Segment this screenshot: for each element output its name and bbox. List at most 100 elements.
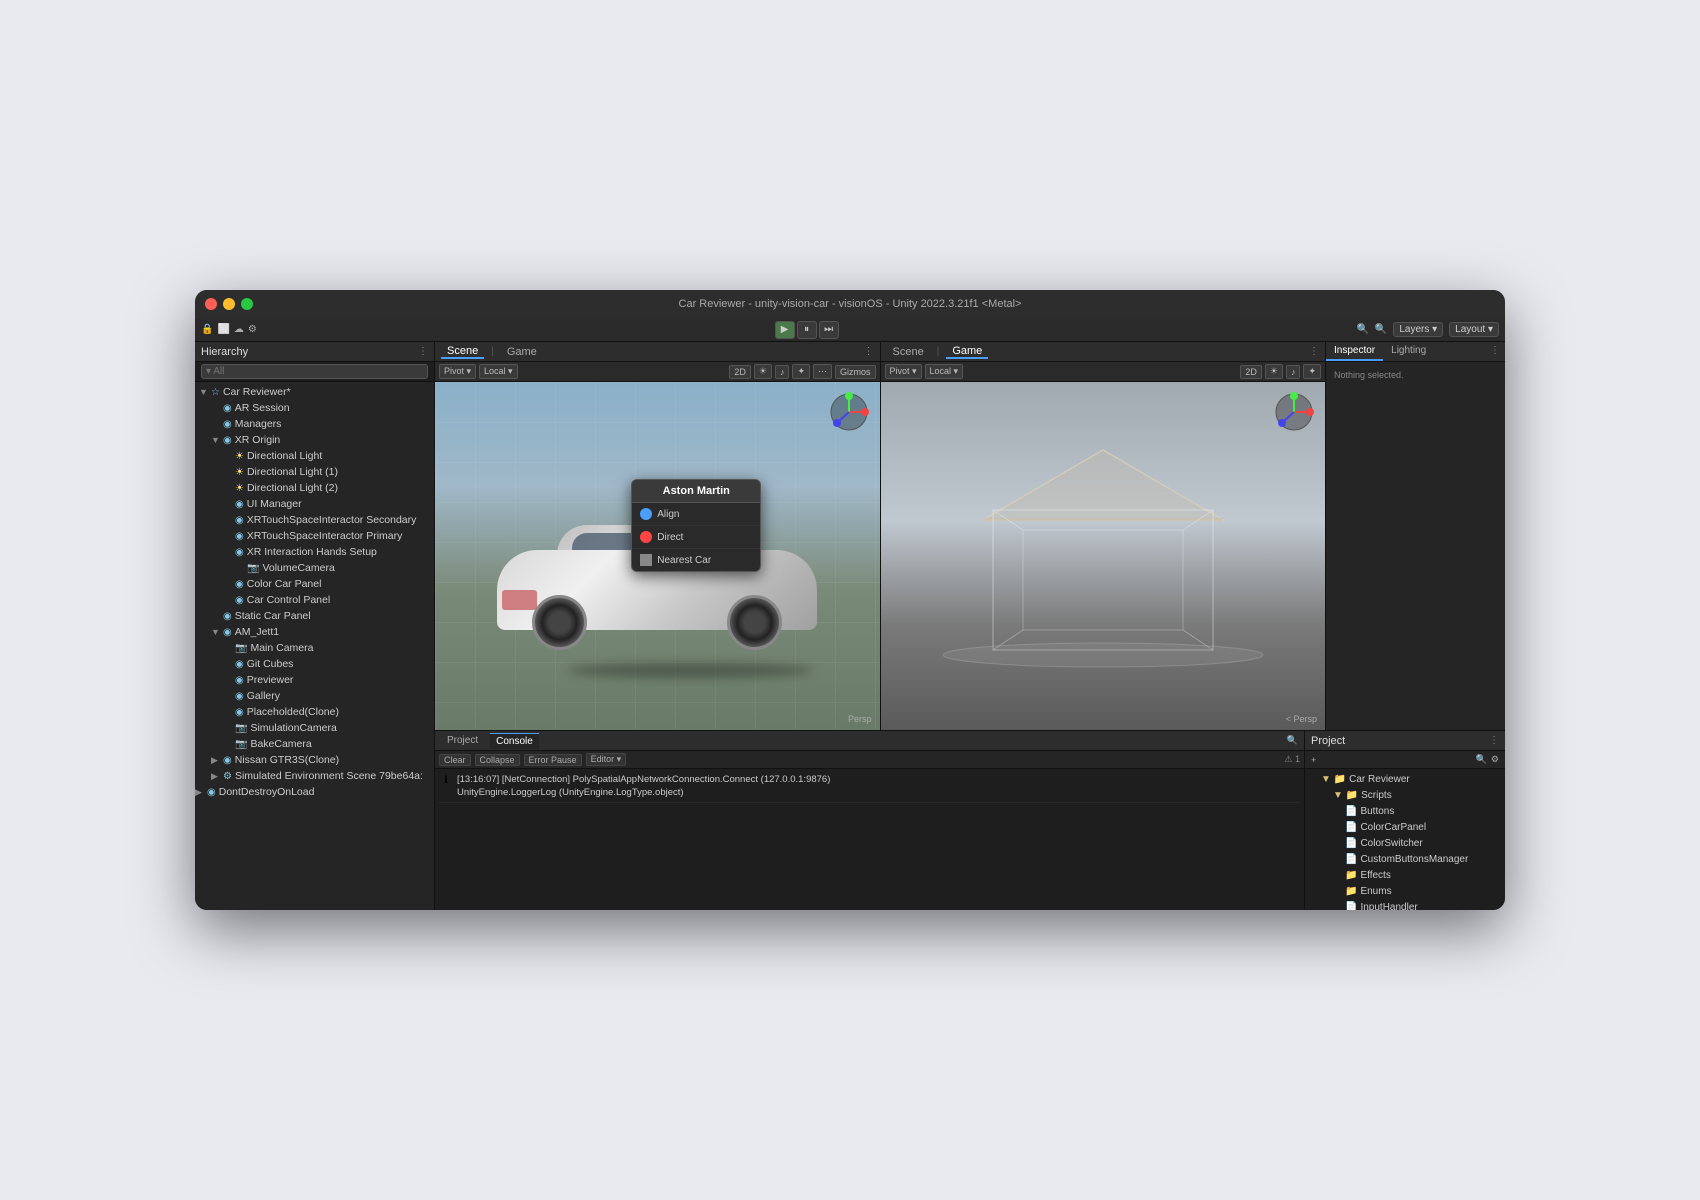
divider-icon: | (491, 346, 494, 357)
hierarchy-item-xr-touch-pri[interactable]: ◉ XRTouchSpaceInteractor Primary (195, 528, 434, 544)
audio-toggle[interactable]: ♪ (775, 365, 790, 379)
hierarchy-menu-icon[interactable]: ⋮ (418, 346, 428, 357)
game-local-dropdown[interactable]: Local ▾ (925, 364, 964, 379)
scene-toolbar: Pivot ▾ Local ▾ 2D ☀ ♪ ✦ ⋯ Gizmos (435, 362, 880, 382)
scene-row: Scene | Game ⋮ Pivot ▾ Local ▾ 2D ☀ ♪ ✦ … (435, 342, 1505, 730)
project-item-enums[interactable]: 📁 Enums (1305, 883, 1505, 899)
layers-dropdown[interactable]: Layers ▾ (1393, 322, 1443, 337)
project-settings-btn[interactable]: ⚙ (1489, 754, 1501, 765)
hierarchy-item-sim-camera[interactable]: 📷 SimulationCamera (195, 720, 434, 736)
message-icon-0: ℹ (439, 773, 453, 787)
game-audio-toggle[interactable]: ♪ (1286, 365, 1301, 379)
minimize-button[interactable] (223, 298, 235, 310)
hierarchy-item-placeholded[interactable]: ◉ Placeholded(Clone) (195, 704, 434, 720)
pause-button[interactable]: ⏸ (797, 321, 817, 339)
scene-menu-icon[interactable]: ⋮ (864, 346, 874, 357)
project-add-btn[interactable]: + (1309, 755, 1318, 765)
game-pivot-dropdown[interactable]: Pivot ▾ (885, 364, 922, 379)
game-game-tab[interactable]: Game (946, 345, 988, 359)
hierarchy-item-xr-interaction[interactable]: ◉ XR Interaction Hands Setup (195, 544, 434, 560)
popup-item-align[interactable]: Align (632, 503, 760, 526)
project-title: Project (1311, 735, 1345, 747)
script-icon-4: 📄 (1345, 854, 1357, 865)
gizmos-toggle[interactable]: Gizmos (835, 365, 876, 379)
direct-icon (640, 531, 652, 543)
game-viewport[interactable]: < Persp (881, 382, 1326, 730)
play-controls: ▶ ⏸ ⏭ (775, 321, 839, 339)
collapse-button[interactable]: Collapse (475, 754, 520, 766)
hierarchy-item-managers[interactable]: ◉ Managers (195, 416, 434, 432)
hierarchy-search-input[interactable] (201, 364, 428, 379)
hierarchy-item-dir-light[interactable]: ☀ Directional Light (195, 448, 434, 464)
play-button[interactable]: ▶ (775, 321, 795, 339)
lighting-tab[interactable]: Lighting (1383, 342, 1434, 361)
layout-dropdown[interactable]: Layout ▾ (1449, 322, 1499, 337)
pivot-dropdown[interactable]: Pivot ▾ (439, 364, 476, 379)
game-scene-tab[interactable]: Scene (887, 346, 930, 358)
console-search-icon[interactable]: 🔍 (1287, 735, 1298, 746)
project-item-colorcar[interactable]: 📄 ColorCarPanel (1305, 819, 1505, 835)
hierarchy-item-car-control[interactable]: ◉ Car Control Panel (195, 592, 434, 608)
game-menu-icon[interactable]: ⋮ (1309, 346, 1319, 357)
search-label: 🔍 (1375, 324, 1387, 335)
project-search-icon[interactable]: 🔍 (1476, 754, 1487, 765)
game-lighting-toggle[interactable]: ☀ (1265, 364, 1283, 379)
hierarchy-item-xr-origin[interactable]: ▼ ◉ XR Origin (195, 432, 434, 448)
hierarchy-panel: Hierarchy ⋮ ▼ ☆ Car Reviewer* ◉ AR Sessi… (195, 342, 435, 910)
hierarchy-item-dir-light-2[interactable]: ☀ Directional Light (2) (195, 480, 434, 496)
fx-toggle[interactable]: ✦ (792, 364, 810, 379)
clear-button[interactable]: Clear (439, 754, 471, 766)
2d-toggle[interactable]: 2D (729, 365, 751, 379)
car-wheel-right (727, 595, 782, 650)
project-menu-icon[interactable]: ⋮ (1489, 735, 1499, 746)
popup-item-nearest[interactable]: Nearest Car (632, 549, 760, 571)
project-tab[interactable]: Project (441, 733, 484, 748)
hierarchy-item-main-camera[interactable]: 📷 Main Camera (195, 640, 434, 656)
console-tab[interactable]: Console (490, 733, 539, 749)
game-2d-toggle[interactable]: 2D (1240, 365, 1262, 379)
project-folder-car-reviewer[interactable]: ▼ 📁 Car Reviewer (1305, 771, 1505, 787)
step-button[interactable]: ⏭ (819, 321, 839, 339)
scene-viewport[interactable]: Aston Martin Align Direct (435, 382, 880, 730)
hierarchy-item-am-jett[interactable]: ▼ ◉ AM_Jett1 (195, 624, 434, 640)
hierarchy-item-previewer[interactable]: ◉ Previewer (195, 672, 434, 688)
hierarchy-item-simulated-env[interactable]: ▶ ⚙ Simulated Environment Scene 79be64a: (195, 768, 434, 784)
close-button[interactable] (205, 298, 217, 310)
inspector-tab[interactable]: Inspector (1326, 342, 1383, 361)
popup-item-direct[interactable]: Direct (632, 526, 760, 549)
project-item-colorswitcher[interactable]: 📄 ColorSwitcher (1305, 835, 1505, 851)
hierarchy-item-bake-camera[interactable]: 📷 BakeCamera (195, 736, 434, 752)
car-scene-background: Aston Martin Align Direct (435, 382, 880, 730)
scene-view-options[interactable]: ⋯ (813, 364, 832, 379)
hierarchy-item-git-cubes[interactable]: ◉ Git Cubes (195, 656, 434, 672)
hierarchy-item-ui-manager[interactable]: ◉ UI Manager (195, 496, 434, 512)
editor-dropdown[interactable]: Editor ▾ (586, 753, 627, 766)
scene-tab[interactable]: Scene (441, 345, 484, 359)
game-tab[interactable]: Game (501, 346, 543, 358)
project-item-inputhandler[interactable]: 📄 InputHandler (1305, 899, 1505, 910)
hierarchy-item-ar-session[interactable]: ◉ AR Session (195, 400, 434, 416)
hierarchy-item-car-reviewer[interactable]: ▼ ☆ Car Reviewer* (195, 384, 434, 400)
lighting-toggle[interactable]: ☀ (754, 364, 772, 379)
hierarchy-item-color-car[interactable]: ◉ Color Car Panel (195, 576, 434, 592)
project-item-effects[interactable]: 📁 Effects (1305, 867, 1505, 883)
local-dropdown[interactable]: Local ▾ (479, 364, 518, 379)
hierarchy-item-xr-touch-sec[interactable]: ◉ XRTouchSpaceInteractor Secondary (195, 512, 434, 528)
hierarchy-list: ▼ ☆ Car Reviewer* ◉ AR Session ◉ Manager… (195, 382, 434, 910)
fullscreen-button[interactable] (241, 298, 253, 310)
inspector-menu-icon[interactable]: ⋮ (1485, 342, 1505, 361)
error-pause-button[interactable]: Error Pause (524, 754, 582, 766)
hierarchy-item-dont-destroy[interactable]: ▶ ◉ DontDestroyOnLoad (195, 784, 434, 800)
hierarchy-title: Hierarchy (201, 346, 248, 358)
hierarchy-item-nissan[interactable]: ▶ ◉ Nissan GTR3S(Clone) (195, 752, 434, 768)
project-folder-scripts[interactable]: ▼ 📁 Scripts (1305, 787, 1505, 803)
hierarchy-item-volume-camera[interactable]: 📷 VolumeCamera (195, 560, 434, 576)
titlebar: Car Reviewer - unity-vision-car - vision… (195, 290, 1505, 318)
game-fx-toggle[interactable]: ✦ (1303, 364, 1321, 379)
project-item-custombtnmgr[interactable]: 📄 CustomButtonsManager (1305, 851, 1505, 867)
project-item-buttons[interactable]: 📄 Buttons (1305, 803, 1505, 819)
hierarchy-item-static-car[interactable]: ◉ Static Car Panel (195, 608, 434, 624)
hierarchy-item-dir-light-1[interactable]: ☀ Directional Light (1) (195, 464, 434, 480)
project-folder-label: Car Reviewer (1349, 774, 1410, 785)
hierarchy-item-gallery[interactable]: ◉ Gallery (195, 688, 434, 704)
